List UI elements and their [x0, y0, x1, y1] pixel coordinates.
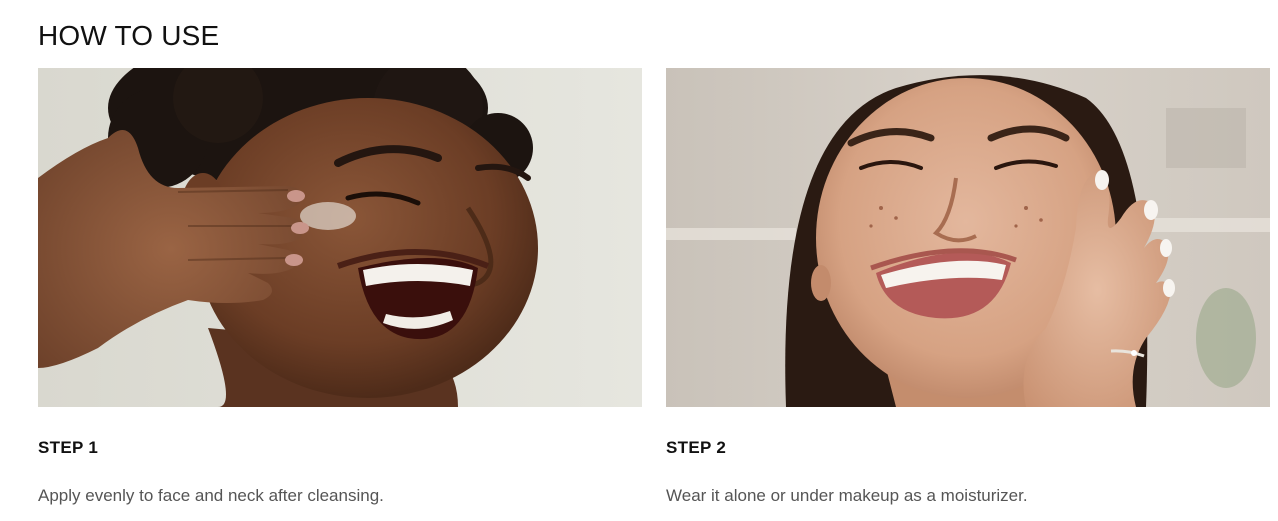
step-2-description: Wear it alone or under makeup as a moist… [666, 486, 1028, 505]
step-card-2: STEP 2 Wear it alone or under makeup as … [666, 68, 1270, 505]
step-1-label: STEP 1 [38, 438, 99, 457]
step-1-image [38, 68, 642, 407]
step-card-1: STEP 1 Apply evenly to face and neck aft… [38, 68, 642, 505]
step-1-description: Apply evenly to face and neck after clea… [38, 486, 384, 505]
section-title: HOW TO USE [38, 20, 220, 51]
step-2-label: STEP 2 [666, 438, 727, 457]
step-2-image [666, 68, 1270, 407]
